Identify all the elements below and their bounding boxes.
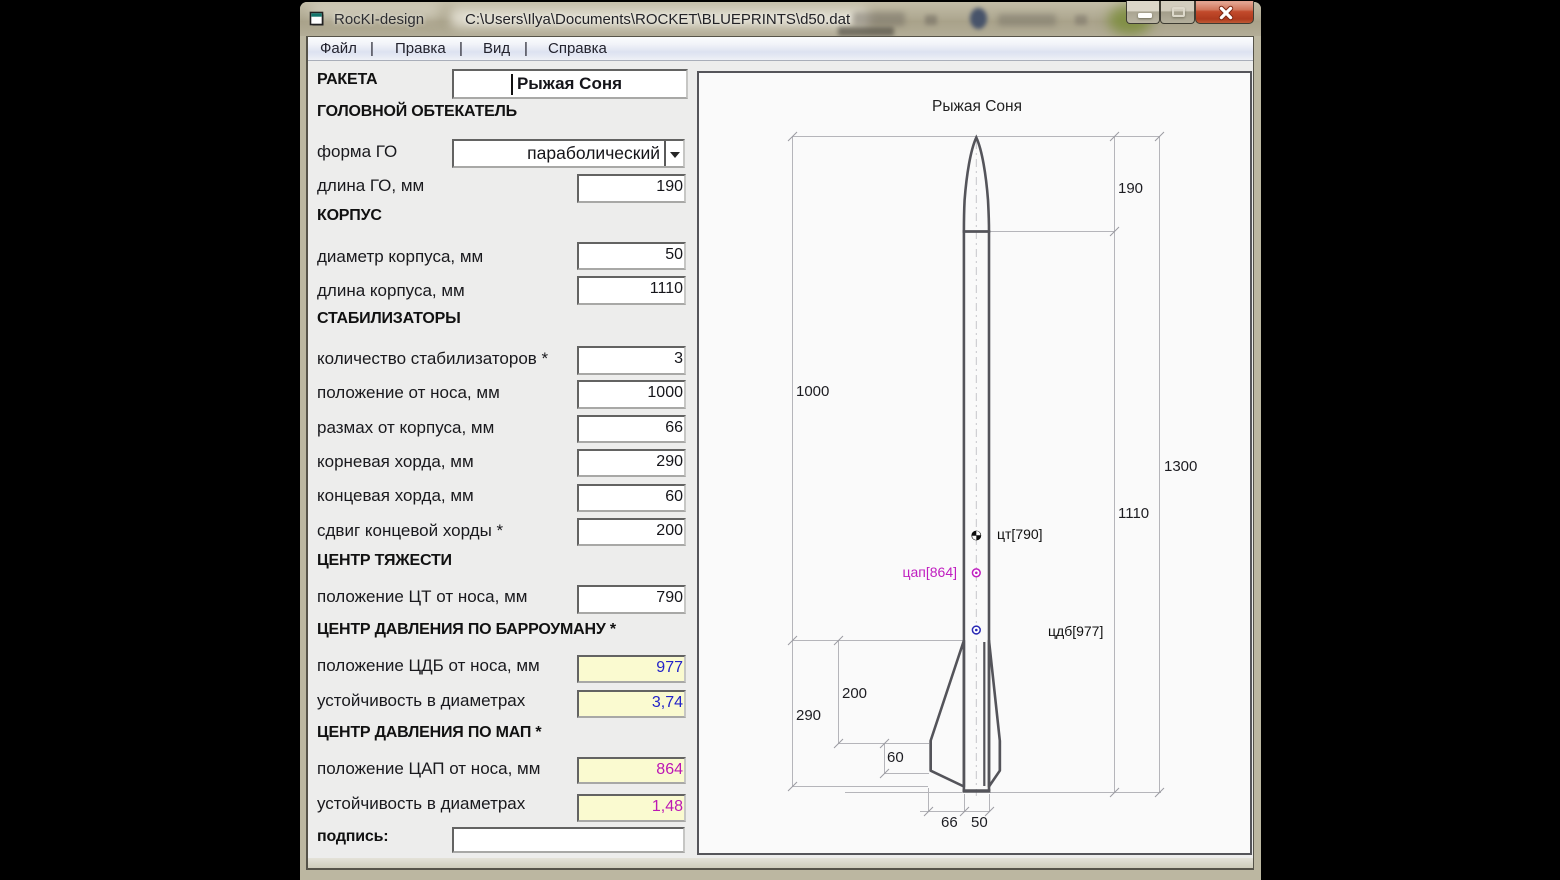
svg-text:60: 60 [887, 749, 904, 766]
svg-text:цап[864]: цап[864] [902, 564, 957, 580]
svg-text:Рыжая Соня: Рыжая Соня [932, 98, 1022, 115]
svg-text:290: 290 [796, 707, 821, 724]
svg-text:1110: 1110 [1118, 505, 1149, 522]
svg-text:цт[790]: цт[790] [997, 526, 1043, 542]
svg-text:1300: 1300 [1164, 458, 1197, 475]
svg-text:50: 50 [971, 814, 988, 831]
svg-text:200: 200 [842, 685, 867, 702]
svg-text:1000: 1000 [796, 383, 829, 400]
svg-text:190: 190 [1118, 180, 1143, 197]
svg-text:цдб[977]: цдб[977] [1048, 623, 1103, 639]
svg-text:66: 66 [941, 814, 958, 831]
